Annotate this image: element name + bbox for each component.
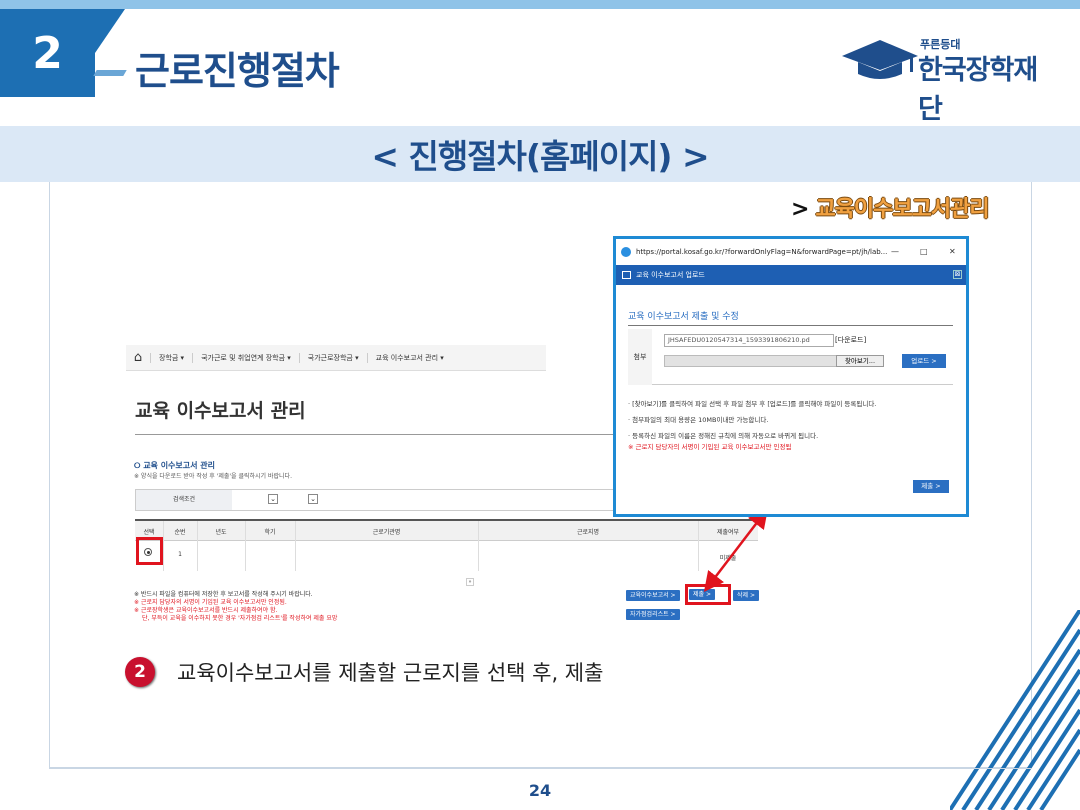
attach-table: 첨부 JHSAFEDU0120547314_1593391806210.pd [… — [628, 329, 953, 385]
popup-address-bar: https://portal.kosaf.go.kr/?forwardOnlyF… — [616, 244, 966, 260]
decorative-stripes — [950, 610, 1080, 810]
instruction-item: · 등록하신 파일의 이름은 정해진 규칙에 의해 자동으로 바뀌게 됩니다. — [628, 432, 819, 440]
instruction-item: ※ 근로지 담당자의 서명이 기입된 교육 이수보고서만 인정됨 — [628, 443, 792, 451]
popup-close-icon[interactable]: ⊠ — [953, 270, 962, 279]
upload-button[interactable]: 업로드 > — [902, 354, 946, 368]
instruction-item: · [찾아보기]를 클릭하여 파일 선택 후 파일 첨부 후 [업로드]를 클릭… — [628, 400, 877, 408]
close-window-icon[interactable]: ✕ — [949, 244, 956, 260]
page-number: 24 — [528, 781, 552, 800]
attach-label: 첨부 — [628, 329, 652, 385]
upload-instructions: · [찾아보기]를 클릭하여 파일 선택 후 파일 첨부 후 [업로드]를 클릭… — [628, 399, 958, 458]
popup-submit-button[interactable]: 제출 > — [913, 480, 949, 493]
minimize-icon[interactable]: — — [891, 244, 899, 260]
step-number-badge: 2 — [125, 657, 155, 687]
popup-title: 교육 이수보고서 업로드 — [636, 271, 705, 279]
browse-button[interactable]: 찾아보기... — [836, 355, 884, 367]
form-divider — [628, 325, 953, 326]
attached-file-name: JHSAFEDU0120547314_1593391806210.pd — [664, 334, 834, 347]
instruction-item: · 첨부파일의 최대 용량은 10MB이내만 가능합니다. — [628, 416, 769, 424]
upload-popup-window: https://portal.kosaf.go.kr/?forwardOnlyF… — [613, 236, 969, 517]
footer-rule — [49, 768, 1032, 769]
step-description: 교육이수보고서를 제출할 근로지를 선택 후, 제출 — [177, 661, 604, 685]
form-title: 교육 이수보고서 제출 및 수정 — [628, 312, 739, 322]
maximize-icon[interactable]: □ — [920, 244, 928, 260]
document-icon — [622, 271, 631, 279]
download-link[interactable]: [다운로드] — [835, 334, 866, 347]
browser-icon — [621, 247, 631, 257]
popup-title-bar: 교육 이수보고서 업로드 ⊠ — [616, 265, 966, 285]
